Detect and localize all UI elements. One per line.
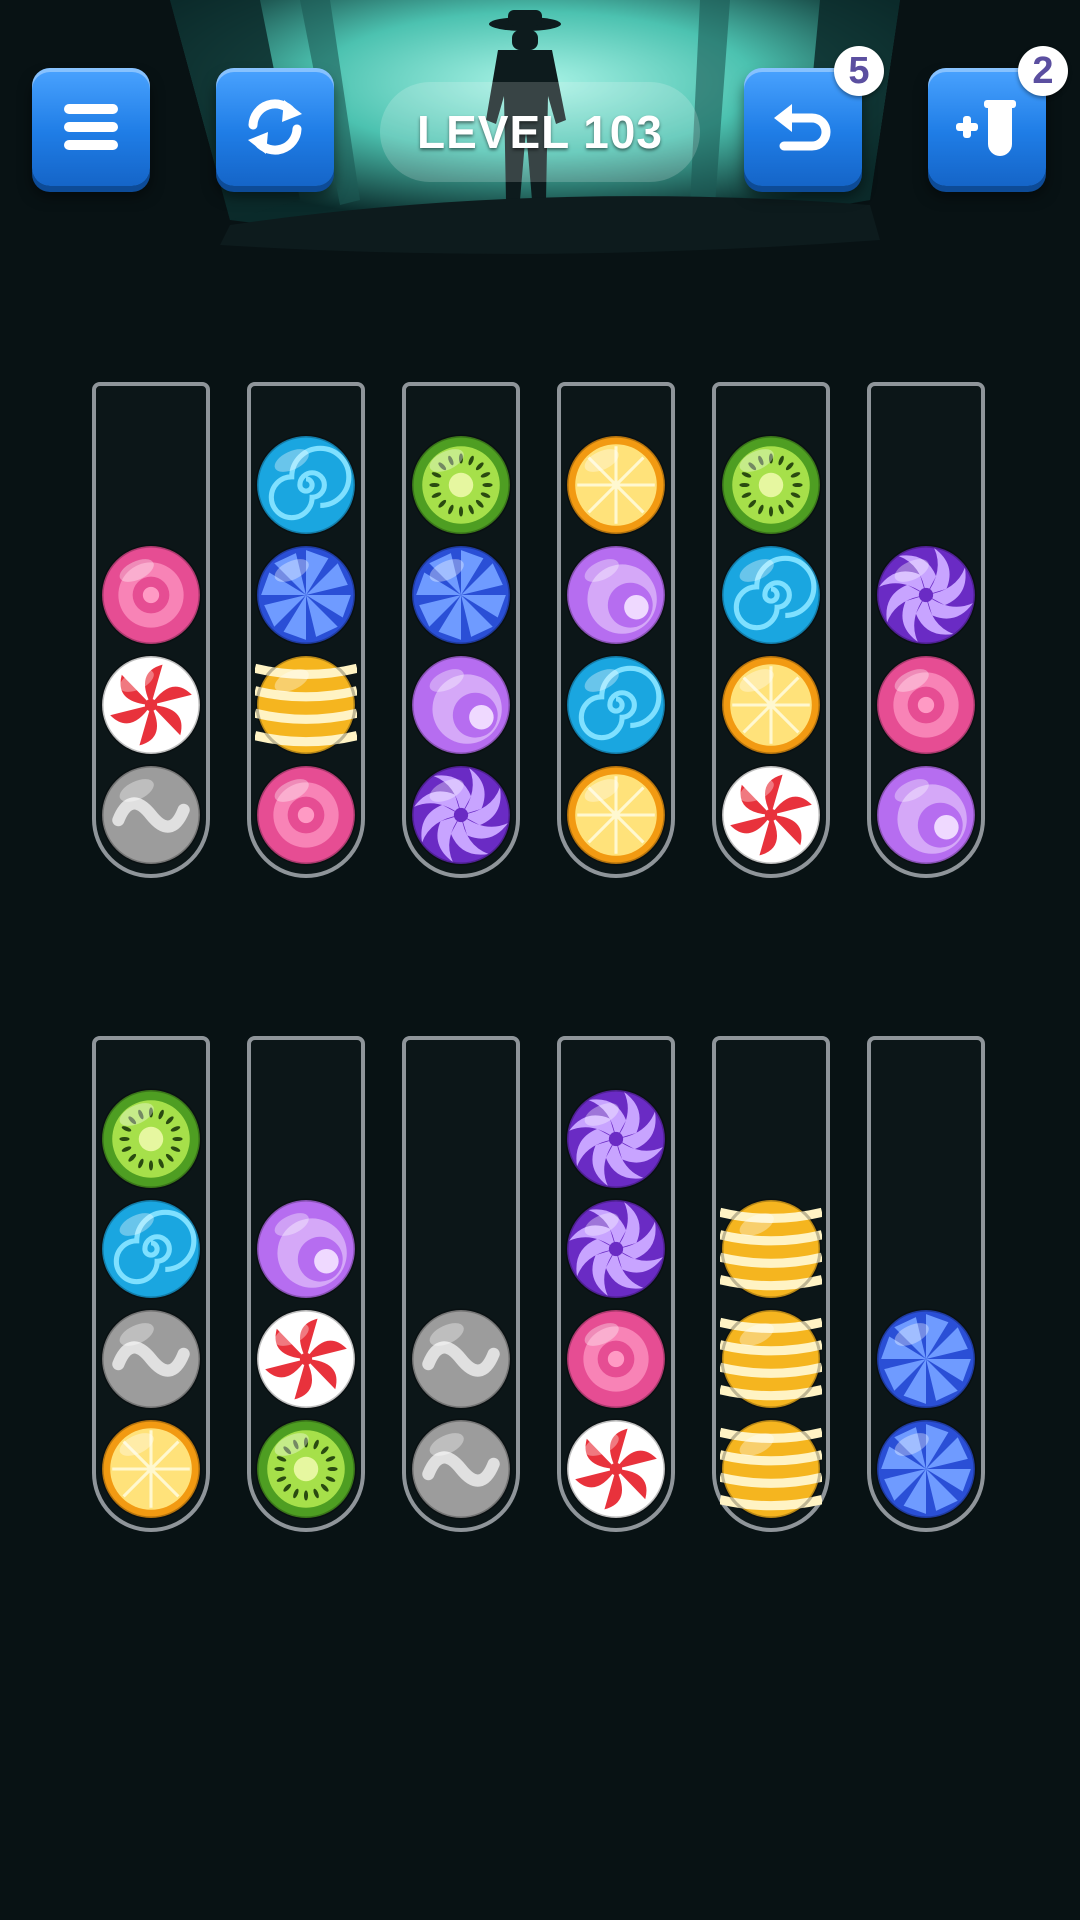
green-kiwi-candy [255,1418,357,1520]
refresh-icon [248,99,302,155]
silver-swirl-candy [410,1308,512,1410]
add-tube-button[interactable]: 2 [928,46,1068,186]
pink-target-candy [100,544,202,646]
blue-pinwheel-candy [255,544,357,646]
tube-10[interactable] [557,1036,675,1532]
pink-target-candy [255,764,357,866]
yellow-striped-candy [255,654,357,756]
restart-button[interactable] [216,68,334,186]
tube-2[interactable] [247,382,365,878]
tube-1[interactable] [92,382,210,878]
tube-3[interactable] [402,382,520,878]
tube-9[interactable] [402,1036,520,1532]
tube-11[interactable] [712,1036,830,1532]
silver-swirl-candy [410,1418,512,1520]
orange-citrus-candy [565,764,667,866]
lavender-crescent-candy [875,764,977,866]
lavender-crescent-candy [255,1198,357,1300]
add-tube-icon [956,100,1016,156]
green-kiwi-candy [100,1088,202,1190]
purple-swirl-candy [565,1198,667,1300]
lavender-crescent-candy [565,544,667,646]
tube-5[interactable] [712,382,830,878]
green-kiwi-candy [410,434,512,536]
blue-pinwheel-candy [875,1308,977,1410]
hamburger-icon [64,104,118,150]
undo-count-badge: 5 [834,46,884,96]
orange-citrus-candy [720,654,822,756]
pink-target-candy [565,1308,667,1410]
purple-swirl-candy [875,544,977,646]
red-peppermint-candy [255,1308,357,1410]
red-peppermint-candy [565,1418,667,1520]
cyan-spiral-candy [720,544,822,646]
undo-arrow-icon [774,104,831,151]
cyan-spiral-candy [565,654,667,756]
orange-citrus-candy [100,1418,202,1520]
level-title: LEVEL 103 [417,106,663,158]
tube-6[interactable] [867,382,985,878]
cyan-spiral-candy [100,1198,202,1300]
tube-7[interactable] [92,1036,210,1532]
red-peppermint-candy [100,654,202,756]
blue-pinwheel-candy [410,544,512,646]
tube-12[interactable] [867,1036,985,1532]
undo-button[interactable]: 5 [744,46,884,186]
add-tube-count-badge: 2 [1018,46,1068,96]
purple-swirl-candy [410,764,512,866]
yellow-striped-candy [720,1198,822,1300]
lavender-crescent-candy [410,654,512,756]
silver-swirl-candy [100,764,202,866]
pink-target-candy [875,654,977,756]
blue-pinwheel-candy [875,1418,977,1520]
tube-8[interactable] [247,1036,365,1532]
cyan-spiral-candy [255,434,357,536]
green-kiwi-candy [720,434,822,536]
purple-swirl-candy [565,1088,667,1190]
tube-4[interactable] [557,382,675,878]
menu-button[interactable] [32,68,150,186]
red-peppermint-candy [720,764,822,866]
yellow-striped-candy [720,1418,822,1520]
orange-citrus-candy [565,434,667,536]
yellow-striped-candy [720,1308,822,1410]
silver-swirl-candy [100,1308,202,1410]
